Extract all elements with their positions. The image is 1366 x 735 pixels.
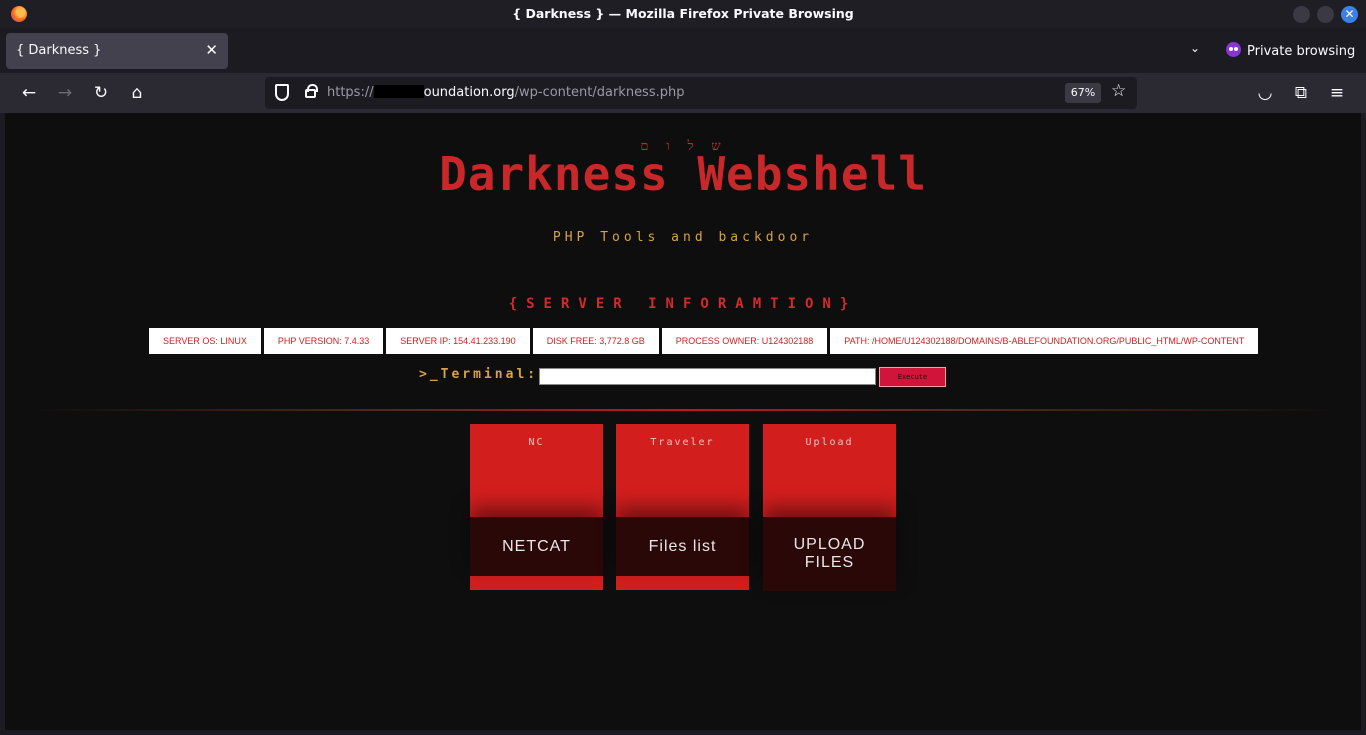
lock-icon[interactable]	[305, 84, 318, 98]
tab-bar: { Darkness } ✕ ⌄ Private browsing	[0, 28, 1366, 73]
private-browsing-label: Private browsing	[1247, 44, 1356, 59]
bookmark-star-icon[interactable]: ☆	[1111, 81, 1126, 101]
card-title: UPLOAD FILES	[763, 517, 896, 591]
url-text[interactable]: https:// oundation.org/wp-content/darknes…	[327, 85, 684, 100]
url-path: /wp-content/darkness.php	[514, 85, 685, 100]
back-icon[interactable]: ←	[18, 82, 40, 104]
card-label: Upload	[805, 437, 854, 448]
section-divider	[25, 409, 1341, 411]
url-host: oundation.org	[423, 85, 515, 100]
navigation-toolbar: ← → ↻ ⌂ https:// oundation.org/wp-content…	[0, 73, 1366, 113]
reload-icon[interactable]: ↻	[90, 82, 112, 104]
page-title: Darkness Webshell	[439, 147, 927, 201]
card-netcat[interactable]: NC NETCAT	[470, 424, 603, 590]
pocket-icon[interactable]: ◡	[1254, 82, 1276, 104]
server-info-heading: {SERVER INFORAMTION}	[508, 296, 858, 312]
window-bottom-border	[0, 730, 1366, 735]
terminal-label: >_Terminal:	[419, 367, 539, 382]
card-upload-files[interactable]: Upload UPLOAD FILES	[763, 424, 896, 591]
tab-close-icon[interactable]: ✕	[205, 41, 218, 59]
app-menu-icon[interactable]: ≡	[1326, 82, 1348, 104]
card-label: NC	[528, 437, 545, 448]
maximize-button[interactable]	[1317, 6, 1334, 23]
extensions-icon[interactable]: ⧉	[1290, 82, 1312, 104]
server-os-cell: SERVER OS: LINUX	[149, 328, 261, 354]
zoom-level-button[interactable]: 67%	[1065, 83, 1101, 103]
window-titlebar: { Darkness } — Mozilla Firefox Private B…	[0, 0, 1366, 28]
private-mask-icon	[1226, 42, 1241, 57]
tab-label: { Darkness }	[16, 43, 102, 58]
url-bar[interactable]: https:// oundation.org/wp-content/darknes…	[265, 77, 1137, 109]
list-all-tabs-icon[interactable]: ⌄	[1190, 41, 1200, 55]
page-content: ש ל ו ם Darkness Webshell PHP Tools and …	[5, 113, 1361, 730]
tab-darkness[interactable]: { Darkness } ✕	[6, 33, 228, 69]
url-prefix: https://	[327, 85, 374, 100]
server-ip-cell: SERVER IP: 154.41.233.190	[386, 328, 530, 354]
disk-free-cell: DISK FREE: 3,772.8 GB	[532, 328, 659, 354]
private-browsing-indicator: Private browsing	[1226, 42, 1355, 59]
path-cell: PATH: /HOME/U124302188/DOMAINS/B-ABLEFOU…	[830, 328, 1259, 354]
page-subtitle: PHP Tools and backdoor	[552, 230, 814, 245]
close-window-button[interactable]: ✕	[1341, 6, 1358, 23]
tracking-protection-shield-icon[interactable]	[275, 84, 289, 101]
card-title: NETCAT	[470, 517, 603, 576]
terminal-command-input[interactable]	[539, 368, 876, 385]
server-info-row: SERVER OS: LINUX PHP VERSION: 7.4.33 SER…	[149, 328, 1259, 354]
window-title: { Darkness } — Mozilla Firefox Private B…	[512, 6, 854, 21]
home-icon[interactable]: ⌂	[126, 82, 148, 104]
execute-button[interactable]: Execute	[879, 367, 946, 387]
redacted-domain-block	[373, 85, 424, 98]
process-owner-cell: PROCESS OWNER: U124302188	[661, 328, 828, 354]
php-version-cell: PHP VERSION: 7.4.33	[263, 328, 384, 354]
card-label: Traveler	[650, 437, 715, 448]
card-title: Files list	[616, 517, 749, 576]
card-files-list[interactable]: Traveler Files list	[616, 424, 749, 590]
forward-icon[interactable]: →	[54, 82, 76, 104]
minimize-button[interactable]	[1293, 6, 1310, 23]
